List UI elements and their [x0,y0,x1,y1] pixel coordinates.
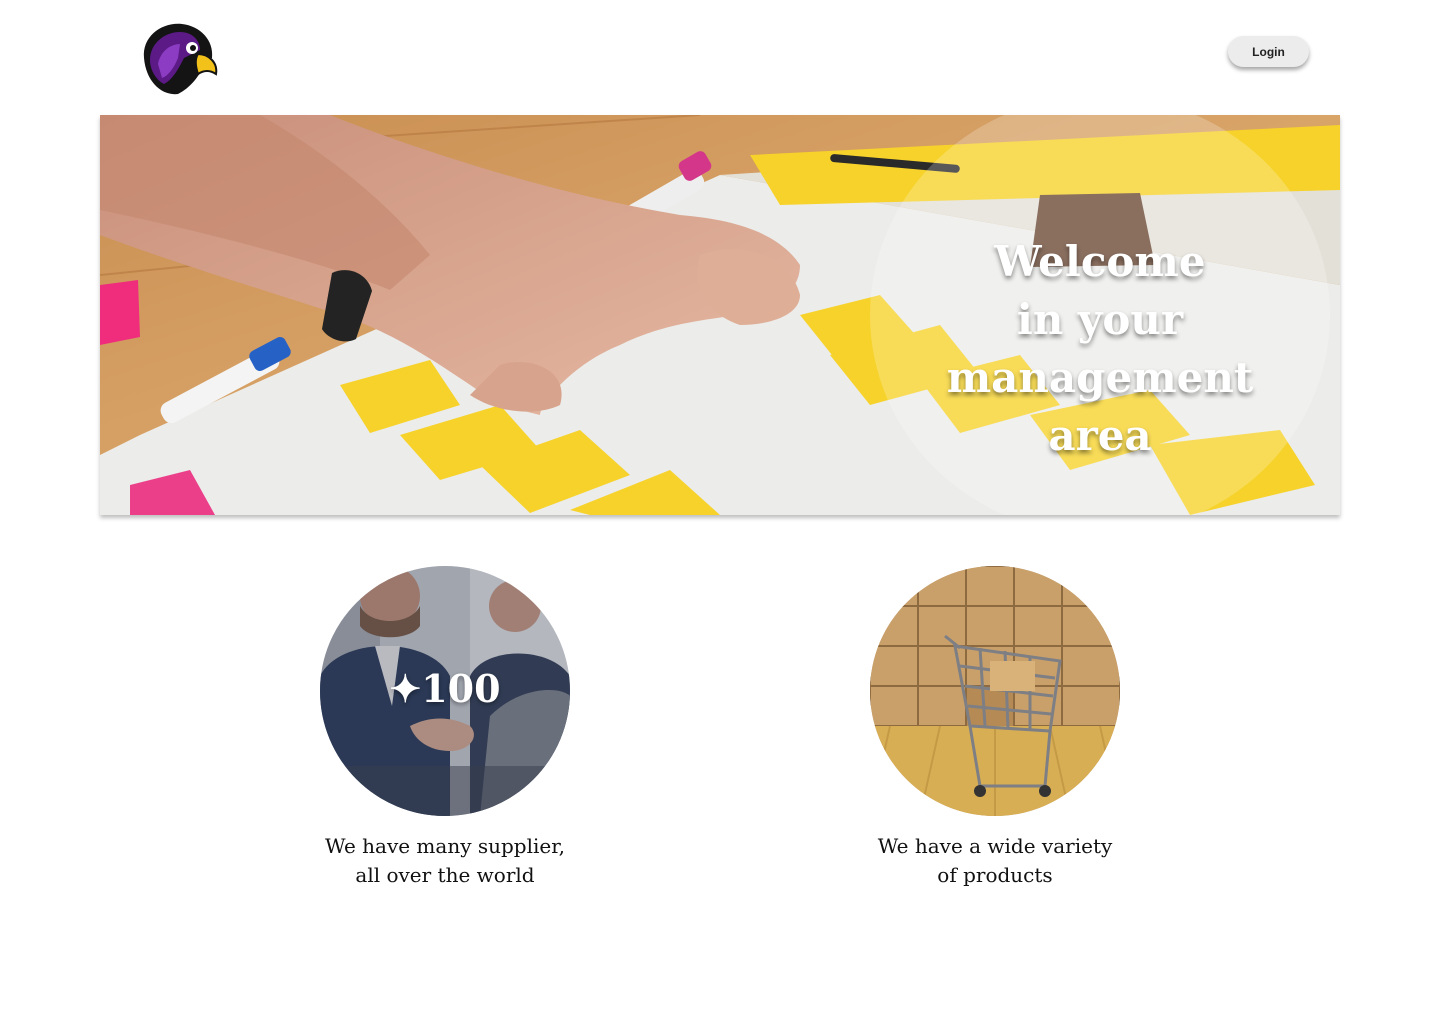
hero-title: Welcome in your management area [870,233,1330,465]
supplier-count-badge: ✦100 [389,666,501,711]
falcon-logo-icon[interactable] [134,18,220,98]
suppliers-caption-line-1: We have many supplier, [325,834,565,858]
products-caption-line-2: of products [937,863,1053,887]
shopping-cart-photo [870,566,1120,816]
products-caption-line-1: We have a wide variety [877,834,1113,858]
handshake-photo: ✦100 [320,566,570,816]
feature-products: We have a wide variety of products [870,566,1120,887]
suppliers-caption: We have many supplier, all over the worl… [260,832,630,890]
hero-title-line-2: in your management [946,295,1254,402]
hero-banner: Welcome in your management area [100,115,1340,515]
hero-title-line-1: Welcome [994,237,1206,286]
login-button[interactable]: Login [1228,36,1309,67]
suppliers-caption-line-2: all over the world [355,863,535,887]
feature-suppliers: ✦100 We have many supplier, all over the… [320,566,570,887]
products-caption: We have a wide variety of products [810,832,1180,890]
hero-title-line-3: area [1048,411,1152,460]
